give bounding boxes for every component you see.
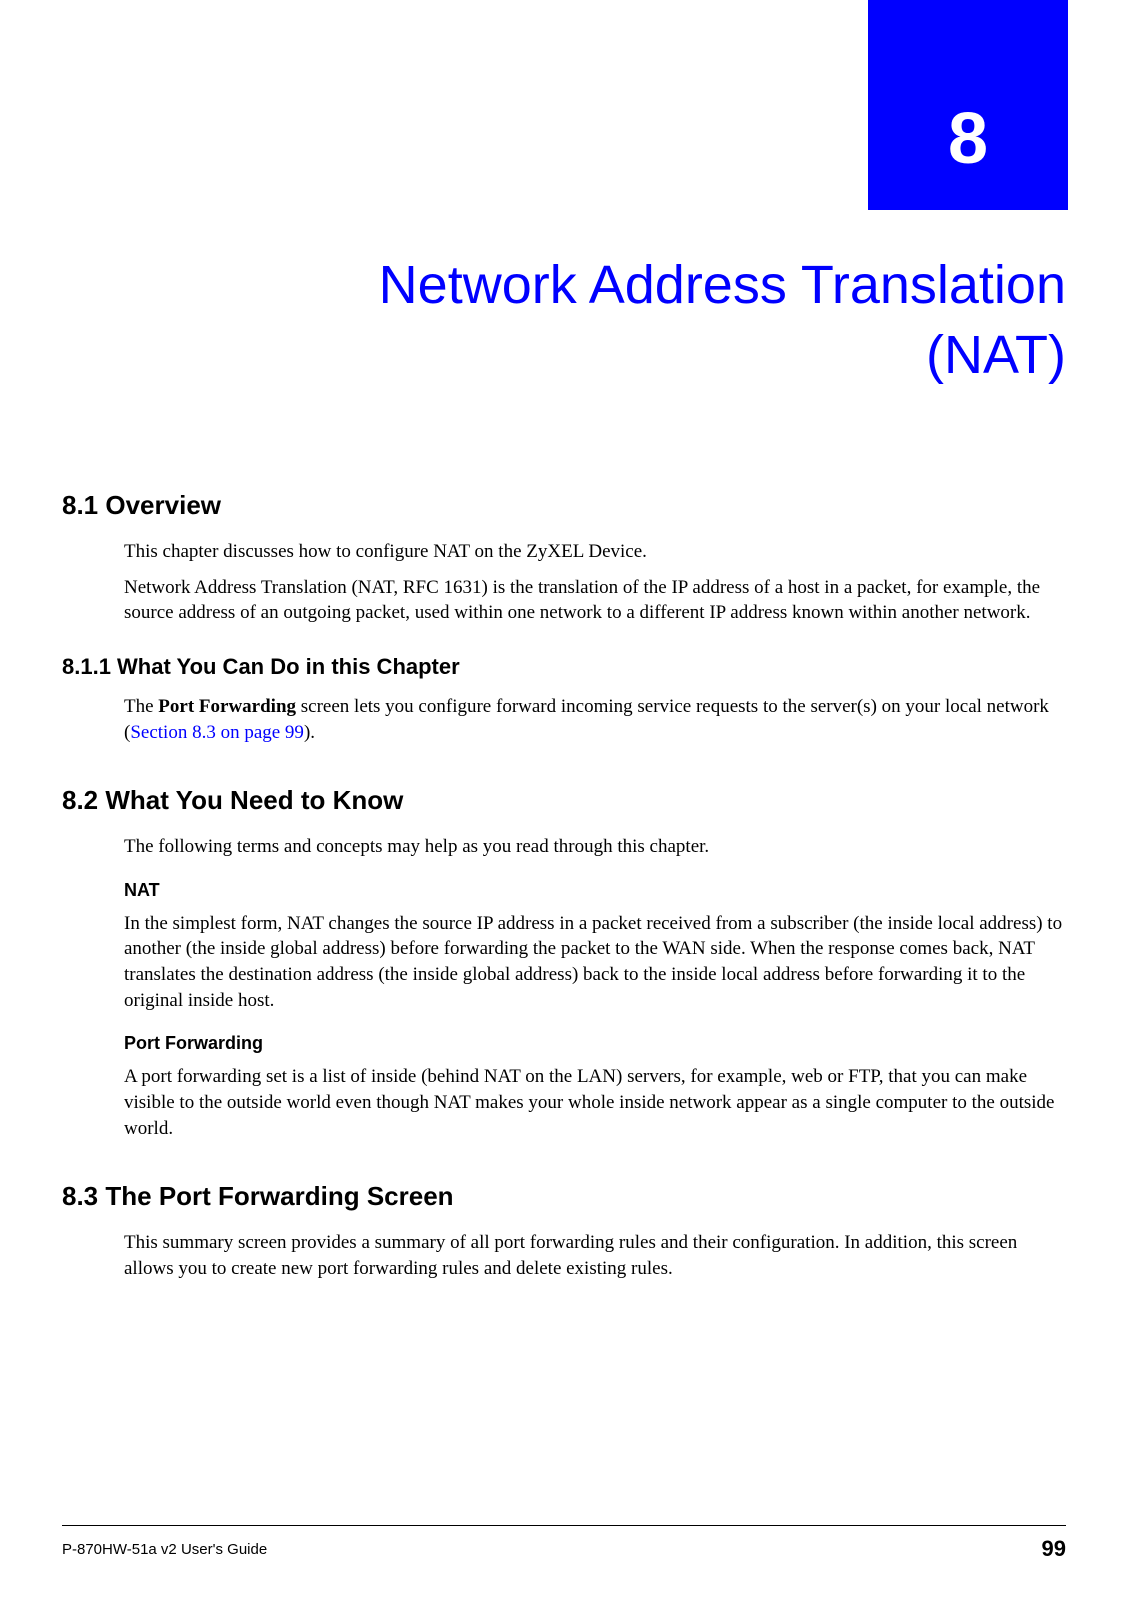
section-8-1-1-p1: The Port Forwarding screen lets you conf… xyxy=(124,694,1066,745)
section-8-1-1-heading: 8.1.1 What You Can Do in this Chapter xyxy=(62,654,1066,680)
document-page: 8 Network Address Translation (NAT) 8.1 … xyxy=(0,0,1128,1597)
section-8-3-p1: This summary screen provides a summary o… xyxy=(124,1230,1066,1281)
chapter-tab: 8 xyxy=(868,0,1068,210)
chapter-number: 8 xyxy=(948,98,988,180)
section-8-1-p1: This chapter discusses how to configure … xyxy=(124,539,1066,565)
link-section-8-3[interactable]: Section 8.3 on page 99 xyxy=(130,722,304,743)
section-8-1-heading: 8.1 Overview xyxy=(62,490,1066,521)
text-pre: The xyxy=(124,696,158,717)
section-8-3-heading: 8.3 The Port Forwarding Screen xyxy=(62,1181,1066,1212)
footer-page-number: 99 xyxy=(1042,1536,1066,1562)
content-area: 8.1 Overview This chapter discusses how … xyxy=(62,460,1066,1292)
port-forwarding-term-heading: Port Forwarding xyxy=(124,1033,1066,1054)
section-8-2-heading: 8.2 What You Need to Know xyxy=(62,785,1066,816)
nat-term-body: In the simplest form, NAT changes the so… xyxy=(124,911,1066,1014)
text-post: ). xyxy=(304,722,315,743)
chapter-title-line1: Network Address Translation xyxy=(379,255,1066,315)
chapter-title-line2: (NAT) xyxy=(926,325,1066,385)
page-footer: P-870HW-51a v2 User's Guide 99 xyxy=(62,1525,1066,1562)
text-bold-port-forwarding: Port Forwarding xyxy=(158,696,296,717)
section-8-2-p1: The following terms and concepts may hel… xyxy=(124,834,1066,860)
section-8-1-p2: Network Address Translation (NAT, RFC 16… xyxy=(124,575,1066,626)
nat-term-heading: NAT xyxy=(124,880,1066,901)
footer-guide-name: P-870HW-51a v2 User's Guide xyxy=(62,1541,267,1558)
port-forwarding-term-body: A port forwarding set is a list of insid… xyxy=(124,1064,1066,1141)
chapter-title: Network Address Translation (NAT) xyxy=(62,250,1066,390)
